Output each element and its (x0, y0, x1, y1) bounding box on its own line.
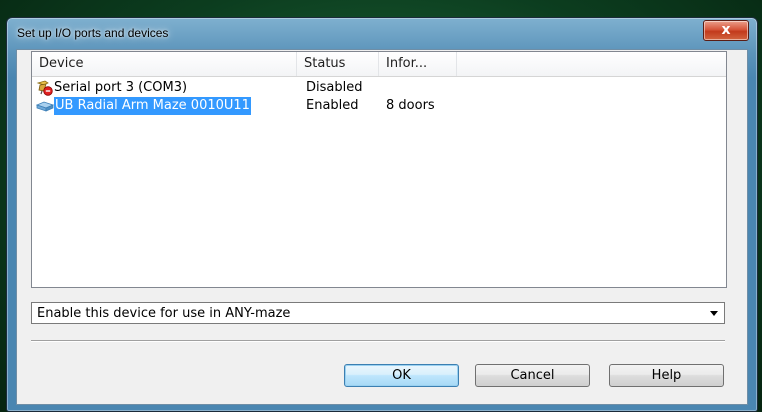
help-button[interactable]: Help (609, 364, 724, 387)
dropdown-selected-value: Enable this device for use in ANY-maze (37, 306, 291, 321)
list-item-serial-port[interactable]: Serial port 3 (COM3) Disabled (32, 79, 726, 97)
device-list[interactable]: Device Status Infor... Serial port 3 (CO… (31, 51, 727, 288)
column-header-device[interactable]: Device (32, 52, 297, 76)
device-status: Disabled (306, 80, 363, 95)
title-bar[interactable]: Set up I/O ports and devices x (7, 18, 757, 48)
cancel-button[interactable]: Cancel (475, 364, 590, 387)
column-header-status[interactable]: Status (297, 52, 379, 76)
window-title: Set up I/O ports and devices (17, 26, 169, 40)
device-name: UB Radial Arm Maze 0010U11 (54, 97, 251, 115)
enable-device-dropdown[interactable]: Enable this device for use in ANY-maze (31, 302, 725, 324)
column-header-info[interactable]: Infor... (379, 52, 457, 76)
close-button[interactable]: x (703, 20, 749, 41)
ok-button[interactable]: OK (344, 364, 459, 387)
list-header: Device Status Infor... (32, 52, 726, 77)
chevron-down-icon[interactable] (710, 311, 718, 316)
list-item-radial-arm-maze[interactable]: UB Radial Arm Maze 0010U11 Enabled 8 doo… (32, 97, 726, 115)
serial-port-disabled-icon (36, 80, 54, 96)
device-info: 8 doors (386, 98, 435, 113)
device-name: Serial port 3 (COM3) (54, 80, 188, 95)
separator (31, 340, 725, 342)
device-enabled-icon (35, 98, 55, 114)
close-icon: x (721, 22, 731, 38)
device-status: Enabled (306, 98, 359, 113)
